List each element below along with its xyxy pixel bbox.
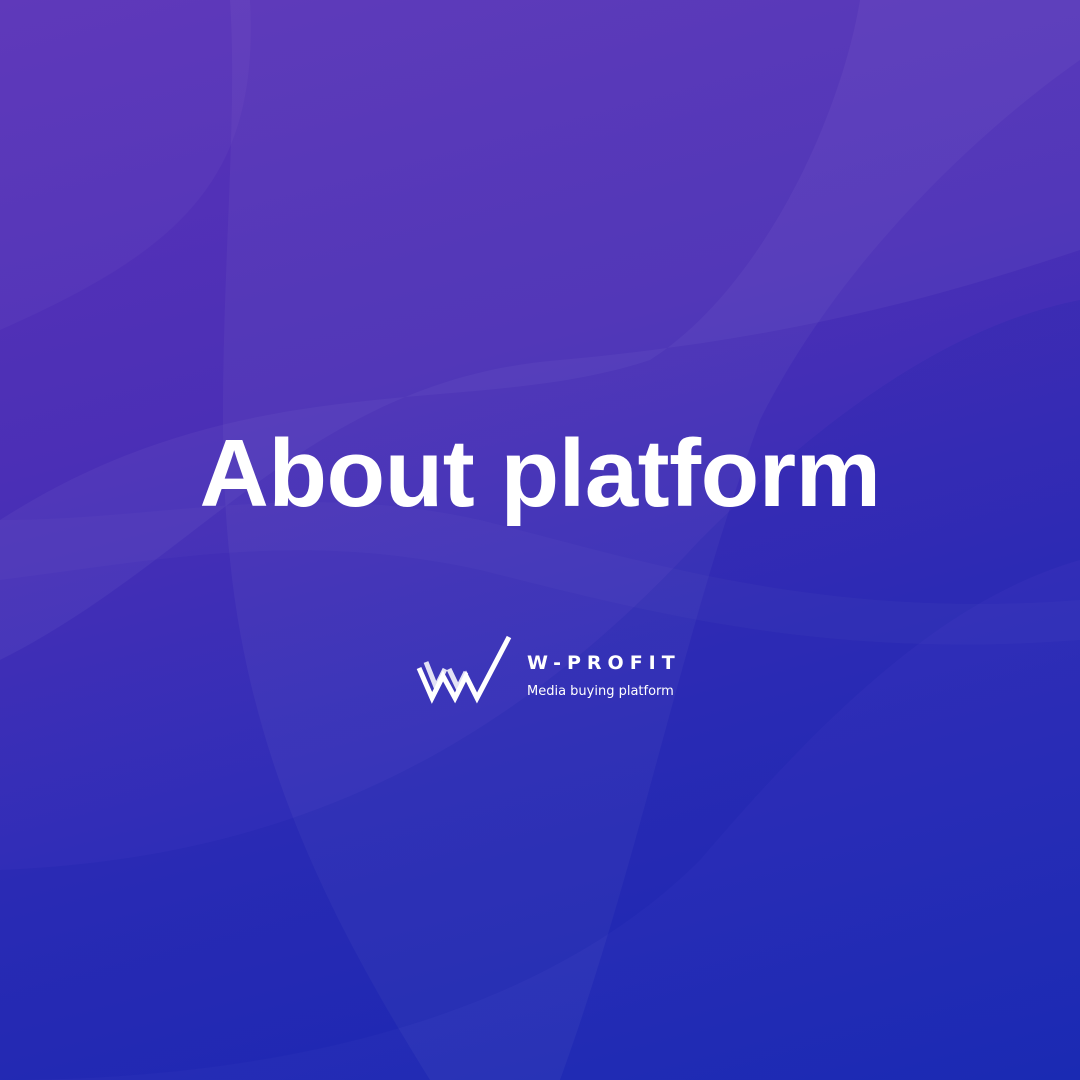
brand-tagline: Media buying platform [527, 684, 674, 699]
slide-canvas: About platform W-PROFIT Media buying pla… [0, 0, 1080, 1080]
w-checkmark-logo-icon [416, 635, 512, 704]
brand-logo: W-PROFIT Media buying platform [416, 632, 676, 708]
page-title: About platform [199, 420, 881, 527]
background-waves [0, 0, 1080, 1080]
brand-name: W-PROFIT [527, 652, 681, 674]
